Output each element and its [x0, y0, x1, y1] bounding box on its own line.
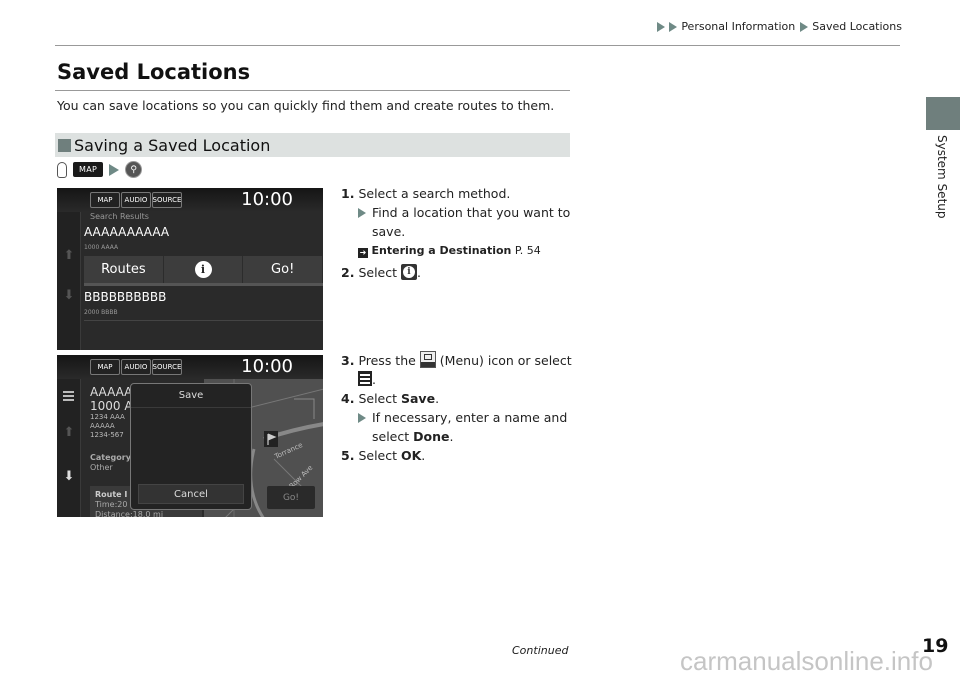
scroll-down-icon: ⬇ — [63, 469, 75, 484]
intro-text: You can save locations so you can quickl… — [57, 98, 555, 113]
go-button: Go! — [243, 256, 323, 283]
screen-clock: 10:00 — [241, 189, 293, 210]
step-1: 1. Select a search method. — [341, 186, 511, 201]
step-1-detail: Find a location that you want to save. — [341, 203, 572, 241]
steps-block-1: 1. Select a search method. Find a locati… — [341, 184, 572, 282]
scroll-down-icon: ⬇ — [63, 288, 75, 303]
square-bullet-icon — [58, 138, 71, 152]
screen-scroll-track: ⬆ ⬇ — [57, 212, 81, 350]
step-4-detail: If necessary, enter a name and select Do… — [341, 408, 572, 446]
step-5: 5. Select OK. — [341, 448, 426, 463]
touch-finger-icon — [57, 161, 67, 178]
info-icon: i — [400, 264, 417, 280]
result-subtitle: 2000 BBBB — [84, 309, 118, 316]
breadcrumb: Personal Information Saved Locations — [657, 20, 902, 33]
list-menu-icon — [358, 371, 372, 386]
chapter-tab[interactable] — [926, 97, 960, 130]
dialog-save-option: Save — [131, 384, 251, 408]
xref-page[interactable]: P. 54 — [515, 244, 541, 257]
location-address: 1234 AAA AAAAA 1234-567 — [90, 413, 125, 439]
map-button-icon: MAP — [73, 162, 104, 177]
header-divider — [55, 45, 900, 46]
screenshot-search-results: MAP AUDIO SOURCE 10:00 ⬆ ⬇ Search Result… — [57, 188, 323, 350]
menu-button-icon — [419, 351, 436, 368]
path-arrow-icon — [109, 163, 120, 176]
breadcrumb-item[interactable]: Saved Locations — [812, 20, 902, 33]
step-3-cont: . — [341, 370, 572, 389]
breadcrumb-arrow-icon — [669, 21, 678, 32]
page-number: 19 — [922, 635, 949, 657]
screen-map-button: MAP — [90, 359, 120, 375]
sub-arrow-icon — [358, 208, 366, 218]
result-title: BBBBBBBBBB — [84, 290, 167, 304]
chapter-label: System Setup — [935, 135, 949, 219]
section-title: Saving a Saved Location — [74, 135, 271, 155]
go-button: Go! — [267, 486, 315, 509]
info-icon: i — [194, 261, 212, 278]
scroll-up-icon: ⬆ — [63, 248, 75, 263]
screen-clock: 10:00 — [241, 356, 293, 377]
section-heading: Saving a Saved Location — [55, 133, 570, 157]
screen-source-button: SOURCE — [152, 359, 182, 375]
title-divider — [55, 90, 570, 91]
screen-topbar: MAP AUDIO SOURCE 10:00 — [57, 188, 323, 212]
step-2: 2. Select i. — [341, 264, 421, 280]
operation-path: MAP ⚲ — [57, 161, 143, 178]
breadcrumb-arrow-icon — [657, 21, 666, 32]
steps-block-2: 3. Press the (Menu) icon or select . 4. … — [341, 351, 572, 465]
location-category: Category Other — [90, 453, 131, 472]
cross-reference[interactable]: ➜ Entering a Destination P. 54 — [341, 241, 572, 260]
scroll-up-icon: ⬆ — [63, 425, 75, 440]
step-3: 3. Press the (Menu) icon or select — [341, 351, 572, 368]
search-results-label: Search Results — [90, 212, 149, 221]
save-dialog: Save Cancel — [130, 383, 252, 510]
result-action-bar: Routes i Go! — [84, 256, 323, 286]
info-button: i — [164, 256, 244, 283]
result-title: AAAAAAAAAA — [84, 225, 170, 239]
breadcrumb-item[interactable]: Personal Information — [681, 20, 795, 33]
sub-arrow-icon — [358, 413, 366, 423]
screen-scroll-track: ⬆ ⬇ — [57, 379, 81, 517]
dialog-cancel-button: Cancel — [138, 484, 244, 504]
search-icon: ⚲ — [125, 161, 143, 178]
reference-arrow-icon: ➜ — [358, 248, 368, 258]
screen-audio-button: AUDIO — [121, 192, 151, 208]
step-4: 4. Select Save. — [341, 391, 440, 406]
breadcrumb-arrow-icon — [800, 21, 809, 32]
watermark: carmanualsonline.info — [680, 646, 933, 676]
result-divider — [84, 320, 323, 321]
screen-topbar: MAP AUDIO SOURCE 10:00 — [57, 355, 323, 379]
xref-title[interactable]: Entering a Destination — [372, 244, 512, 257]
screenshot-save-dialog: Torrance Row Ave Go! MAP AUDIO SOURCE 10… — [57, 355, 323, 517]
location-title: AAAAA 1000 A — [90, 385, 133, 413]
screen-audio-button: AUDIO — [121, 359, 151, 375]
continued-label: Continued — [512, 644, 569, 657]
result-subtitle: 1000 AAAA — [84, 244, 119, 251]
screen-map-button: MAP — [90, 192, 120, 208]
routes-button: Routes — [84, 256, 164, 283]
screen-source-button: SOURCE — [152, 192, 182, 208]
page-title: Saved Locations — [57, 60, 251, 84]
menu-list-icon — [63, 391, 74, 403]
